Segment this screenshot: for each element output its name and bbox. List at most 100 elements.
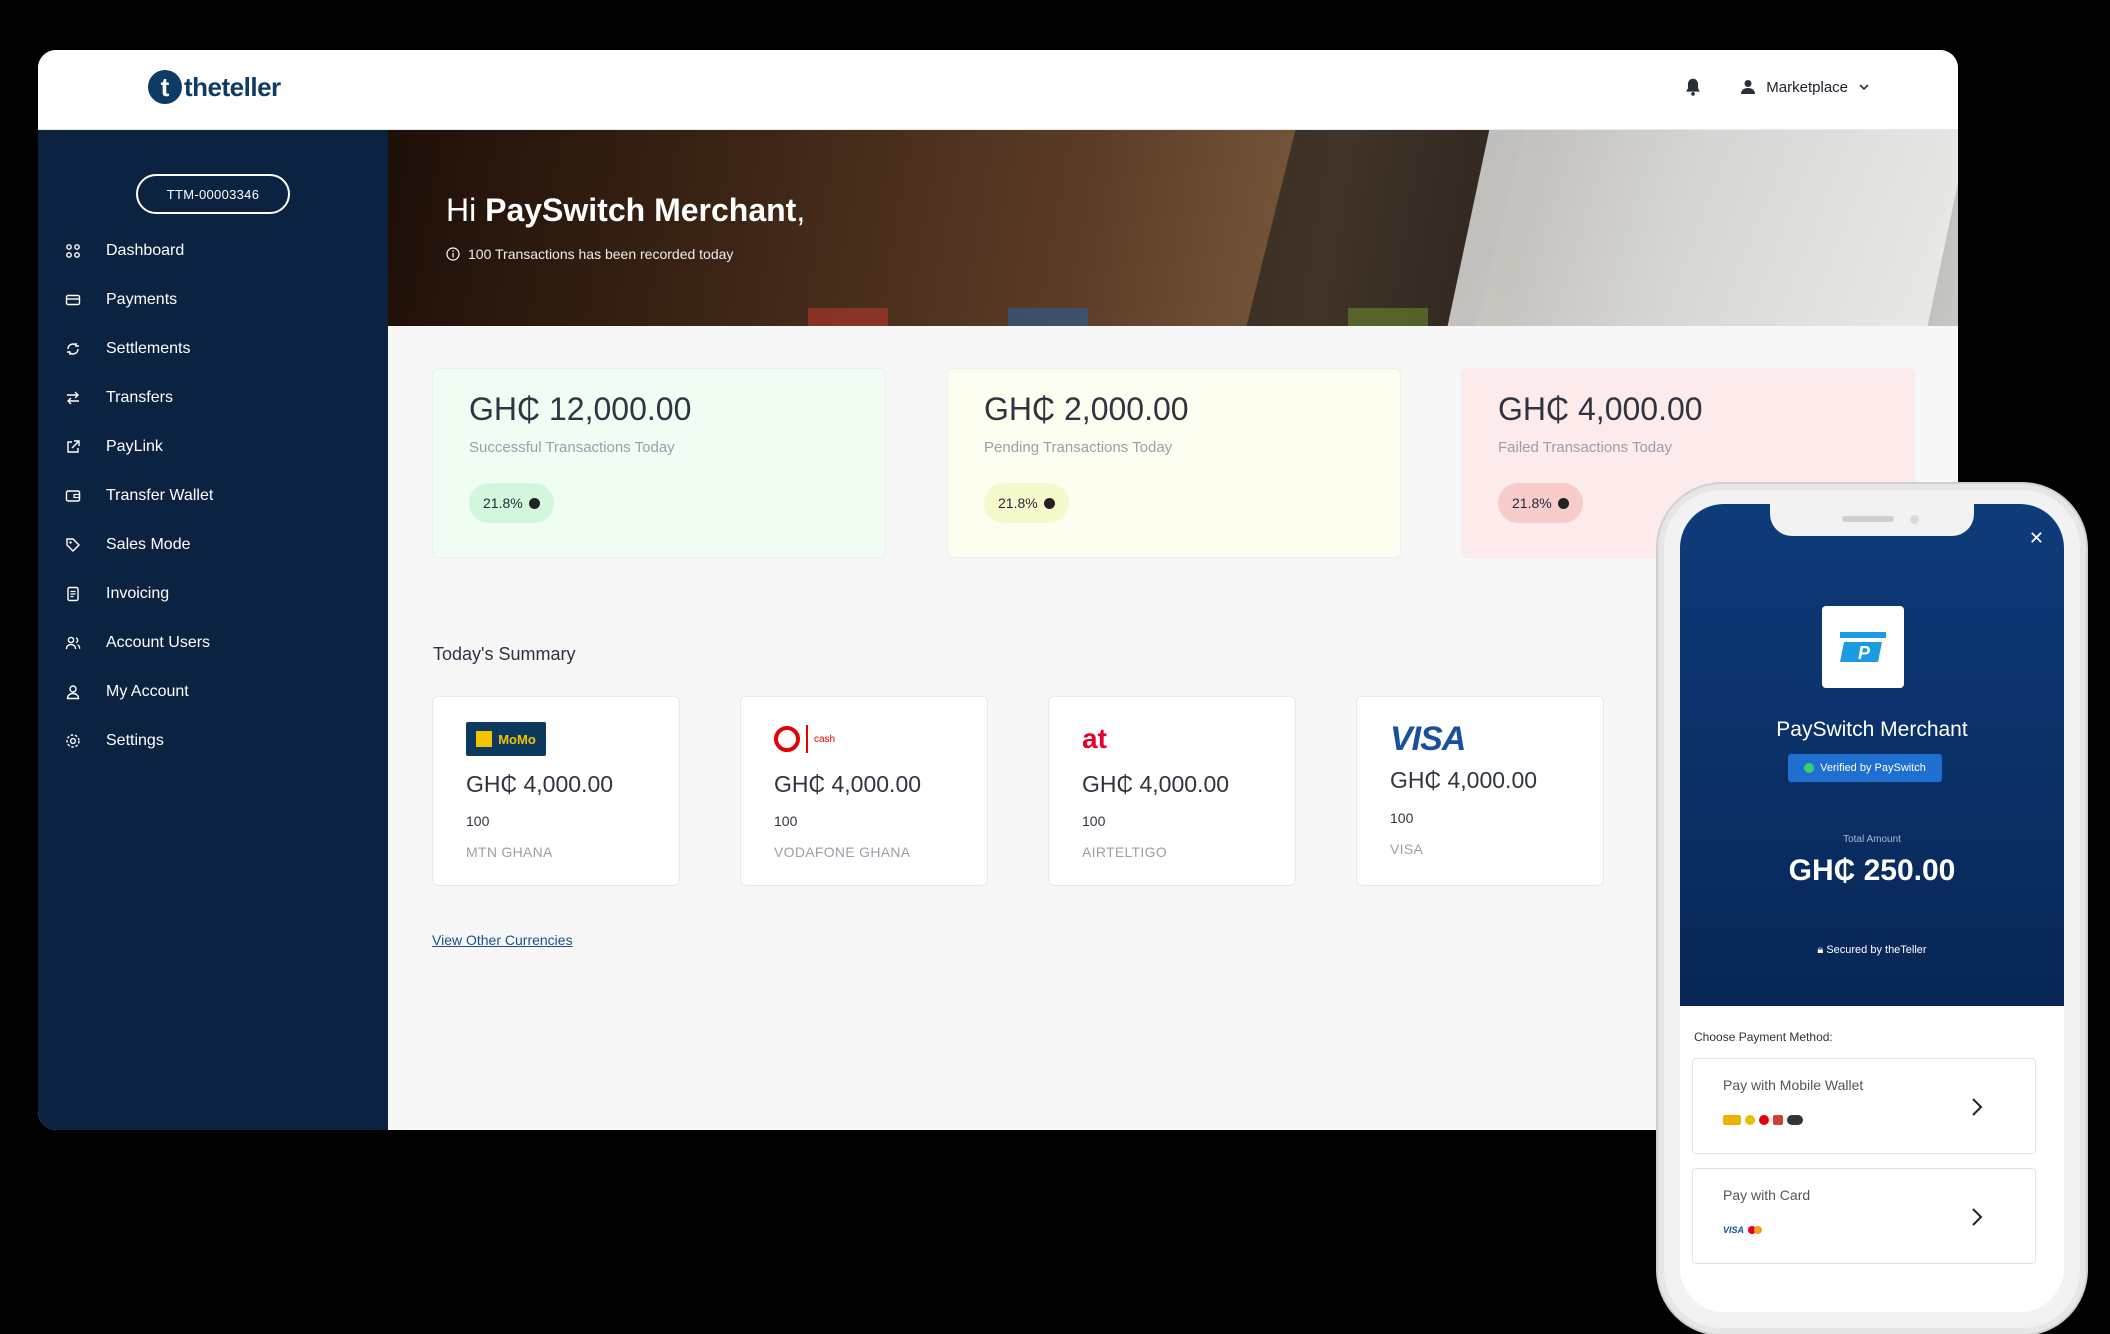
transfer-arrows-icon — [64, 389, 82, 407]
visa-logo-text: VISA — [1390, 719, 1466, 758]
summary-card-airteltigo[interactable]: at GH₵ 4,000.00 100 AIRTELTIGO — [1048, 696, 1296, 886]
sidebar-item-label: Transfers — [106, 388, 173, 406]
verified-badge: Verified by PaySwitch — [1788, 754, 1942, 782]
card-count: 100 — [774, 813, 798, 829]
speaker — [1842, 516, 1894, 522]
sidebar: TTM-00003346 Dashboard Payments Settleme… — [38, 130, 388, 1130]
vodafone-logo-text: cash — [814, 733, 836, 745]
merchant-name: PaySwitch Merchant — [485, 192, 797, 228]
sidebar-item-label: Transfer Wallet — [106, 486, 214, 504]
secured-text: Secured by theTeller — [1826, 944, 1927, 956]
sidebar-item-transfers[interactable]: Transfers — [38, 373, 388, 422]
stat-percent: 21.8% — [1512, 495, 1552, 511]
sidebar-item-transfer-wallet[interactable]: Transfer Wallet — [38, 471, 388, 520]
checkout-header: ✕ P PaySwitch Merchant Verified by PaySw… — [1680, 504, 2064, 1006]
stat-percent-badge: 21.8% — [1498, 483, 1583, 523]
sidebar-item-invoicing[interactable]: Invoicing — [38, 569, 388, 618]
users-icon — [64, 634, 82, 652]
verified-check-icon — [1804, 763, 1815, 773]
pay-card-option[interactable]: Pay with Card VISA — [1692, 1168, 2036, 1264]
stat-percent-badge: 21.8% — [984, 483, 1069, 523]
logo-text: theteller — [184, 71, 281, 102]
stat-label: Pending Transactions Today — [984, 439, 1173, 456]
stat-card-successful: GH₵ 12,000.00 Successful Transactions To… — [432, 368, 886, 558]
sidebar-item-settings[interactable]: Settings — [38, 716, 388, 765]
trend-dot-icon — [1557, 497, 1569, 509]
top-bar: t theteller Marketplace — [38, 50, 1958, 130]
gear-icon — [64, 732, 82, 750]
view-other-currencies-link[interactable]: View Other Currencies — [432, 932, 573, 948]
choose-payment-label: Choose Payment Method: — [1694, 1030, 1833, 1044]
external-link-icon — [64, 438, 82, 456]
card-logos: VISA — [1723, 1225, 1763, 1235]
phone-notch — [1770, 504, 1974, 536]
stat-label: Successful Transactions Today — [469, 439, 675, 456]
phone-mockup: ✕ P PaySwitch Merchant Verified by PaySw… — [1664, 490, 2080, 1328]
account-menu[interactable]: Marketplace — [1740, 79, 1870, 96]
greeting-comma: , — [796, 192, 806, 228]
sidebar-item-sales-mode[interactable]: Sales Mode — [38, 520, 388, 569]
momo-logo-text: MoMo — [498, 731, 536, 747]
stat-label: Failed Transactions Today — [1498, 439, 1672, 456]
banner-photo-tile — [808, 308, 888, 326]
gmoney-mini-icon — [1787, 1115, 1803, 1125]
trend-dot-icon — [528, 497, 540, 509]
payment-option-label: Pay with Card — [1723, 1187, 1811, 1203]
airteltigo-logo: at — [1082, 721, 1107, 757]
theteller-logo[interactable]: t theteller — [148, 70, 281, 104]
visa-mini-icon: VISA — [1723, 1225, 1745, 1235]
banner-photo-tablet — [1440, 130, 1958, 326]
merchant-id-badge[interactable]: TTM-00003346 — [136, 174, 290, 214]
account-label: Marketplace — [1766, 78, 1848, 96]
card-count: 100 — [1082, 813, 1106, 829]
sidebar-item-label: Payments — [106, 290, 178, 308]
banner-photo-tile — [1348, 308, 1428, 326]
payment-option-label: Pay with Mobile Wallet — [1723, 1077, 1864, 1093]
user-icon — [1741, 80, 1756, 94]
sidebar-item-settlements[interactable]: Settlements — [38, 324, 388, 373]
verified-text: Verified by PaySwitch — [1820, 762, 1926, 774]
mastercard-mini-icon — [1754, 1226, 1763, 1234]
sidebar-nav: Dashboard Payments Settlements Transfers… — [38, 226, 388, 765]
sidebar-item-my-account[interactable]: My Account — [38, 667, 388, 716]
card-amount: GH₵ 4,000.00 — [1390, 767, 1538, 793]
stat-amount: GH₵ 4,000.00 — [1498, 391, 1703, 427]
banner-photo-tile — [1008, 308, 1088, 326]
sidebar-item-label: Account Users — [106, 633, 211, 651]
sidebar-item-label: Invoicing — [106, 584, 170, 602]
grid-icon — [64, 242, 82, 260]
summary-card-vodafone[interactable]: cash GH₵ 4,000.00 100 VODAFONE GHANA — [740, 696, 988, 886]
sidebar-item-payments[interactable]: Payments — [38, 275, 388, 324]
chevron-right-icon — [1972, 1208, 1983, 1226]
pay-mobile-wallet-option[interactable]: Pay with Mobile Wallet — [1692, 1058, 2036, 1154]
mtn-momo-logo: MoMo — [466, 721, 546, 757]
card-icon — [64, 291, 82, 309]
total-amount-label: Total Amount — [1843, 834, 1901, 845]
lock-icon: 🔒︎ — [1817, 944, 1827, 956]
summary-card-mtn[interactable]: MoMo GH₵ 4,000.00 100 MTN GHANA — [432, 696, 680, 886]
info-icon — [446, 247, 460, 261]
stat-percent-badge: 21.8% — [469, 483, 554, 523]
sidebar-item-paylink[interactable]: PayLink — [38, 422, 388, 471]
sidebar-item-account-users[interactable]: Account Users — [38, 618, 388, 667]
document-icon — [64, 585, 82, 603]
close-icon[interactable]: ✕ — [2029, 528, 2044, 549]
visa-logo: VISA — [1390, 719, 1466, 758]
momo-mini-icon — [1745, 1115, 1755, 1125]
card-provider: VODAFONE GHANA — [774, 844, 911, 860]
stat-amount: GH₵ 12,000.00 — [469, 391, 692, 427]
bell-icon[interactable] — [1682, 76, 1704, 98]
card-amount: GH₵ 4,000.00 — [466, 771, 614, 797]
vodafone-cash-logo: cash — [774, 721, 835, 757]
sidebar-item-dashboard[interactable]: Dashboard — [38, 226, 388, 275]
greeting-title: Hi PaySwitch Merchant, — [446, 192, 805, 229]
chevron-right-icon — [1972, 1098, 1983, 1116]
stat-percent: 21.8% — [998, 495, 1038, 511]
greeting-prefix: Hi — [446, 192, 486, 228]
chevron-down-icon — [1859, 84, 1869, 91]
stat-amount: GH₵ 2,000.00 — [984, 391, 1189, 427]
summary-card-visa[interactable]: VISA GH₵ 4,000.00 100 VISA — [1356, 696, 1604, 886]
vodafone-mini-icon — [1759, 1115, 1769, 1125]
checkout-merchant-name: PaySwitch Merchant — [1776, 718, 1968, 741]
sidebar-item-label: Sales Mode — [106, 535, 191, 553]
